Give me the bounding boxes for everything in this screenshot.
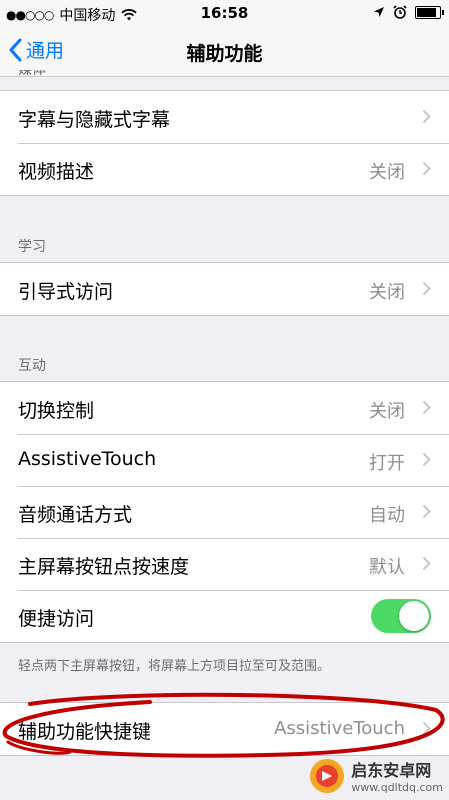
- chevron-right-icon: [422, 281, 431, 296]
- alarm-icon: [393, 5, 407, 19]
- row-value: 关闭: [369, 401, 405, 422]
- shortcut-group: 辅助功能快捷键 AssistiveTouch: [0, 702, 449, 756]
- row-value: 打开: [369, 453, 405, 474]
- row-value: AssistiveTouch: [274, 718, 405, 739]
- section-header-learning: 学习: [18, 239, 46, 255]
- row-assistivetouch[interactable]: AssistiveTouch 打开: [0, 434, 449, 486]
- row-value: 自动: [369, 505, 405, 526]
- status-right: [373, 5, 444, 19]
- chevron-right-icon: [422, 109, 431, 124]
- status-bar: ●●○○○ 中国移动 16:58: [0, 0, 449, 26]
- row-value: 关闭: [369, 162, 405, 183]
- row-guided-access[interactable]: 引导式访问 关闭: [0, 263, 449, 315]
- section-header-interaction: 互动: [18, 358, 46, 374]
- row-label: 视频描述: [18, 161, 95, 183]
- media-group: 字幕与隐藏式字幕 视频描述 关闭: [0, 90, 449, 196]
- row-label: AssistiveTouch: [18, 448, 157, 470]
- row-home-click-speed[interactable]: 主屏幕按钮点按速度 默认: [0, 538, 449, 590]
- reachability-footnote: 轻点两下主屏幕按钮，将屏幕上方项目拉至可及范围。: [18, 659, 331, 674]
- chevron-right-icon: [422, 400, 431, 415]
- page-title: 辅助功能: [186, 43, 263, 65]
- section-header-media: 媒体: [18, 70, 46, 78]
- row-video-descriptions[interactable]: 视频描述 关闭: [0, 143, 449, 195]
- chevron-right-icon: [422, 161, 431, 176]
- navigation-bar: 通用 辅助功能: [0, 26, 449, 77]
- row-accessibility-shortcut[interactable]: 辅助功能快捷键 AssistiveTouch: [0, 703, 449, 755]
- row-value: 关闭: [369, 282, 405, 303]
- row-label: 主屏幕按钮点按速度: [18, 556, 190, 578]
- row-value: 默认: [369, 557, 405, 578]
- row-label: 字幕与隐藏式字幕: [18, 109, 171, 131]
- chevron-right-icon: [422, 721, 431, 736]
- row-label: 切换控制: [18, 400, 95, 422]
- row-label: 便捷访问: [18, 608, 95, 630]
- watermark: 启东安卓网 www.qdltdq.com: [309, 757, 443, 794]
- row-reachability: 便捷访问: [0, 590, 449, 642]
- toggle-knob: [399, 601, 429, 631]
- watermark-url: www.qdltdq.com: [351, 781, 443, 794]
- learning-group: 引导式访问 关闭: [0, 262, 449, 316]
- watermark-title: 启东安卓网: [351, 761, 432, 780]
- battery-icon: [415, 5, 444, 19]
- row-subtitles-captions[interactable]: 字幕与隐藏式字幕: [0, 91, 449, 143]
- row-label: 引导式访问: [18, 281, 114, 303]
- row-label: 音频通话方式: [18, 504, 133, 526]
- watermark-logo-icon: [310, 758, 345, 793]
- chevron-right-icon: [422, 556, 431, 571]
- row-switch-control[interactable]: 切换控制 关闭: [0, 382, 449, 434]
- interaction-group: 切换控制 关闭 AssistiveTouch 打开 音频通话方式 自动 主屏幕按…: [0, 381, 449, 643]
- row-label: 辅助功能快捷键: [18, 721, 152, 743]
- chevron-right-icon: [422, 452, 431, 467]
- row-call-audio-routing[interactable]: 音频通话方式 自动: [0, 486, 449, 538]
- reachability-toggle[interactable]: [371, 599, 431, 633]
- chevron-right-icon: [422, 504, 431, 519]
- location-icon: [374, 7, 384, 17]
